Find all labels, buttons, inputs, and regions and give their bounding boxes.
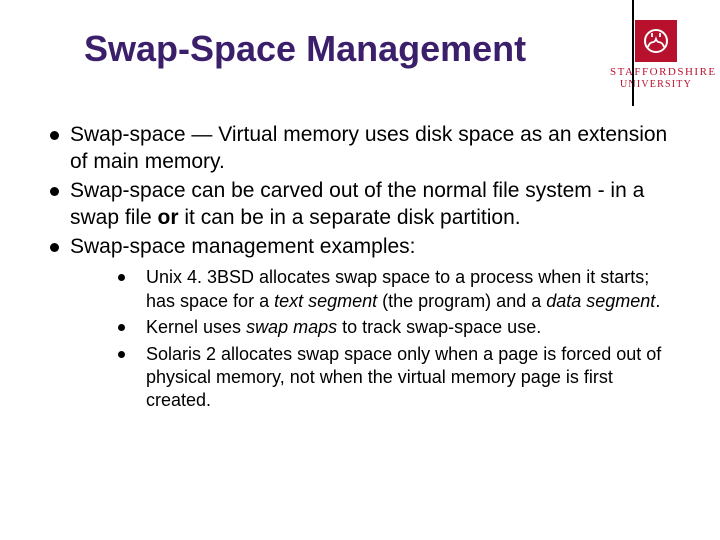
bullet-text: Swap-space management examples: xyxy=(70,235,416,258)
sub-bullet-list: Unix 4. 3BSD allocates swap space to a p… xyxy=(118,266,680,412)
content-area: Swap-space — Virtual memory uses disk sp… xyxy=(50,122,680,416)
sub-text-seg: Kernel uses xyxy=(146,317,246,337)
bullet-text-seg: it can be in a separate disk partition. xyxy=(179,206,521,229)
logo-line1: STAFFORDSHIRE xyxy=(610,66,702,79)
logo-line2: UNIVERSITY xyxy=(610,79,702,91)
title-block: Swap-Space Management xyxy=(84,28,604,70)
sub-text-ital: data segment xyxy=(546,291,655,311)
bullet-text: Swap-space — Virtual memory uses disk sp… xyxy=(70,123,667,173)
bullet-item: Swap-space — Virtual memory uses disk sp… xyxy=(50,122,680,176)
sub-bullet-item: Kernel uses swap maps to track swap-spac… xyxy=(118,316,680,339)
bullet-list: Swap-space — Virtual memory uses disk sp… xyxy=(50,122,680,413)
bullet-item: Swap-space management examples: Unix 4. … xyxy=(50,234,680,413)
sub-text-seg: (the program) and a xyxy=(377,291,546,311)
page-title: Swap-Space Management xyxy=(84,28,604,70)
sub-text-seg: . xyxy=(655,291,660,311)
bullet-text-bold: or xyxy=(158,206,179,229)
sub-text-ital: swap maps xyxy=(246,317,337,337)
sub-text-seg: Solaris 2 allocates swap space only when… xyxy=(146,344,661,411)
bullet-item: Swap-space can be carved out of the norm… xyxy=(50,178,680,232)
sub-text-seg: to track swap-space use. xyxy=(337,317,541,337)
sub-text-ital: text segment xyxy=(274,291,377,311)
logo-text: STAFFORDSHIRE UNIVERSITY xyxy=(610,66,702,90)
sub-bullet-item: Solaris 2 allocates swap space only when… xyxy=(118,343,680,413)
sub-bullet-item: Unix 4. 3BSD allocates swap space to a p… xyxy=(118,266,680,313)
university-logo: STAFFORDSHIRE UNIVERSITY xyxy=(610,20,702,90)
logo-emblem xyxy=(635,20,677,62)
